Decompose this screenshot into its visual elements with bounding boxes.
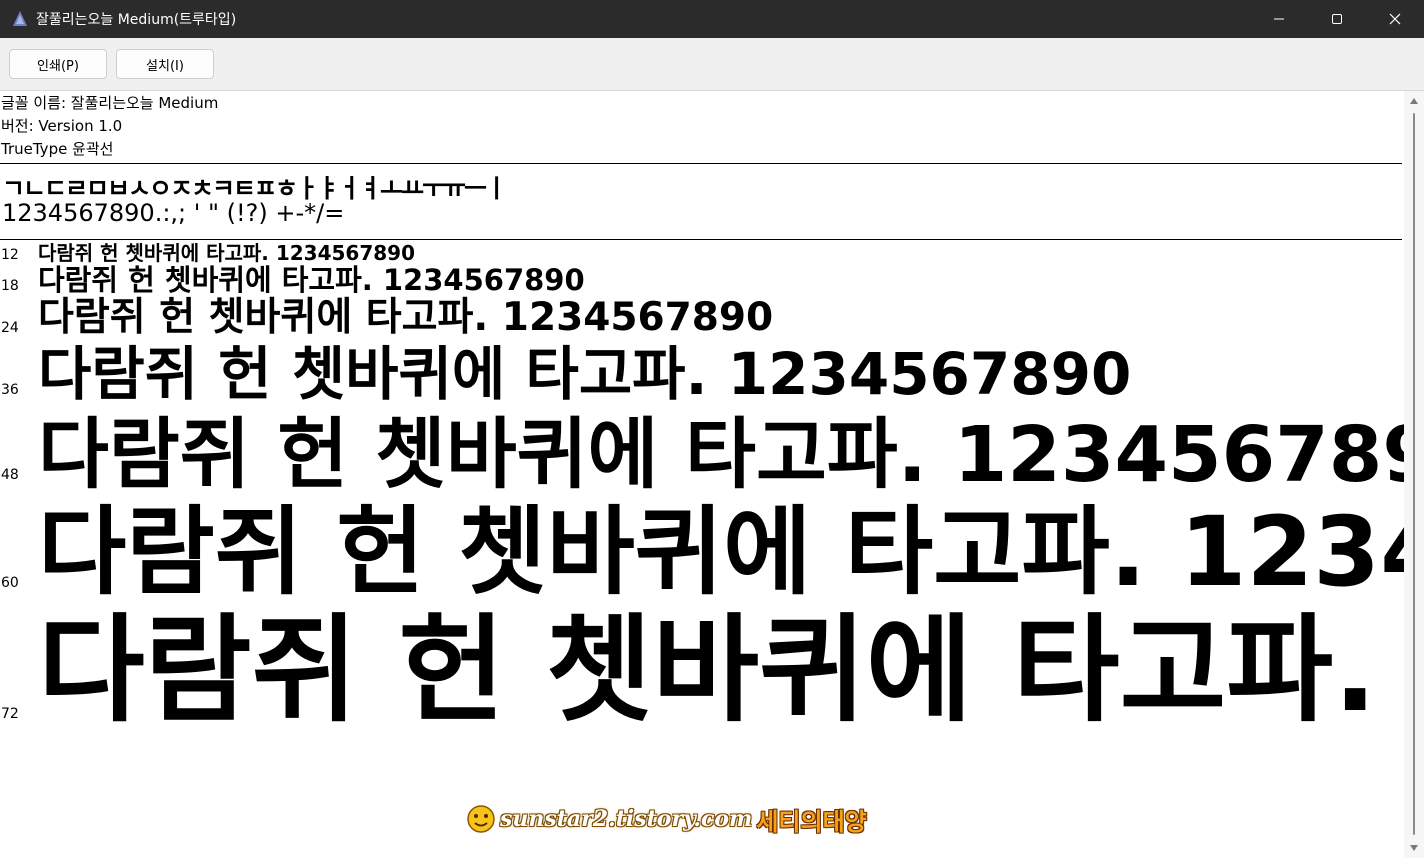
watermark-name: 세티의태양 — [756, 807, 867, 836]
font-name-label: 글꼴 이름: 잘풀리는오늘 Medium — [1, 94, 219, 112]
scroll-thumb[interactable] — [1413, 113, 1415, 835]
symbol-charset: 1234567890.:,; ' " (!?) +-*/= — [2, 199, 345, 227]
divider — [0, 163, 1402, 164]
font-type-label: TrueType 윤곽선 — [1, 140, 114, 158]
maximize-icon — [1332, 14, 1342, 24]
close-icon — [1389, 13, 1401, 25]
caret-up-icon — [1410, 98, 1418, 104]
print-button[interactable]: 인쇄(P) — [9, 49, 107, 79]
sample-text: 다람쥐 헌 쳇바퀴에 타고파. 1234567890 — [38, 411, 1404, 500]
install-button[interactable]: 설치(I) — [116, 49, 214, 79]
toolbar: 인쇄(P) 설치(I) — [0, 38, 1424, 91]
size-label: 24 — [1, 320, 19, 336]
minimize-button[interactable] — [1250, 0, 1308, 38]
minimize-icon — [1274, 18, 1284, 20]
sample-text: 다람쥐 헌 쳇바퀴에 타고파. 1234567890 — [38, 496, 1404, 608]
sample-text: 다람쥐 헌 쳇바퀴에 타고파. 1234567890 — [38, 603, 1404, 738]
scroll-down-button[interactable] — [1404, 838, 1424, 858]
title-bar: 잘풀리는오늘 Medium(트루타입) — [0, 0, 1424, 38]
font-version-label: 버전: Version 1.0 — [1, 117, 123, 135]
scroll-up-button[interactable] — [1404, 91, 1424, 111]
window-title: 잘풀리는오늘 Medium(트루타입) — [36, 12, 237, 28]
maximize-button[interactable] — [1308, 0, 1366, 38]
divider — [0, 239, 1402, 240]
sample-text: 다람쥐 헌 쳇바퀴에 타고파. 1234567890 — [38, 241, 416, 265]
watermark-url: sunstar2.tistory.com — [500, 806, 753, 832]
size-label: 12 — [1, 247, 19, 263]
caret-down-icon — [1410, 845, 1418, 851]
watermark: sunstar2.tistory.com 세티의태양 — [466, 800, 867, 838]
font-preview-pane[interactable]: 글꼴 이름: 잘풀리는오늘 Medium 버전: Version 1.0 Tru… — [0, 91, 1404, 858]
sample-text: 다람쥐 헌 쳇바퀴에 타고파. 1234567890 — [38, 295, 774, 340]
size-label: 72 — [1, 706, 19, 722]
size-label: 36 — [1, 382, 19, 398]
sample-text: 다람쥐 헌 쳇바퀴에 타고파. 1234567890 — [38, 263, 585, 297]
smiley-icon — [467, 805, 495, 833]
window-controls — [1250, 0, 1424, 38]
size-label: 60 — [1, 575, 19, 591]
size-label: 18 — [1, 278, 19, 294]
size-label: 48 — [1, 467, 19, 483]
font-viewer-icon — [10, 9, 30, 29]
sample-text: 다람쥐 헌 쳇바퀴에 타고파. 1234567890 — [38, 340, 1132, 408]
close-button[interactable] — [1366, 0, 1424, 38]
vertical-scrollbar[interactable] — [1404, 91, 1424, 858]
